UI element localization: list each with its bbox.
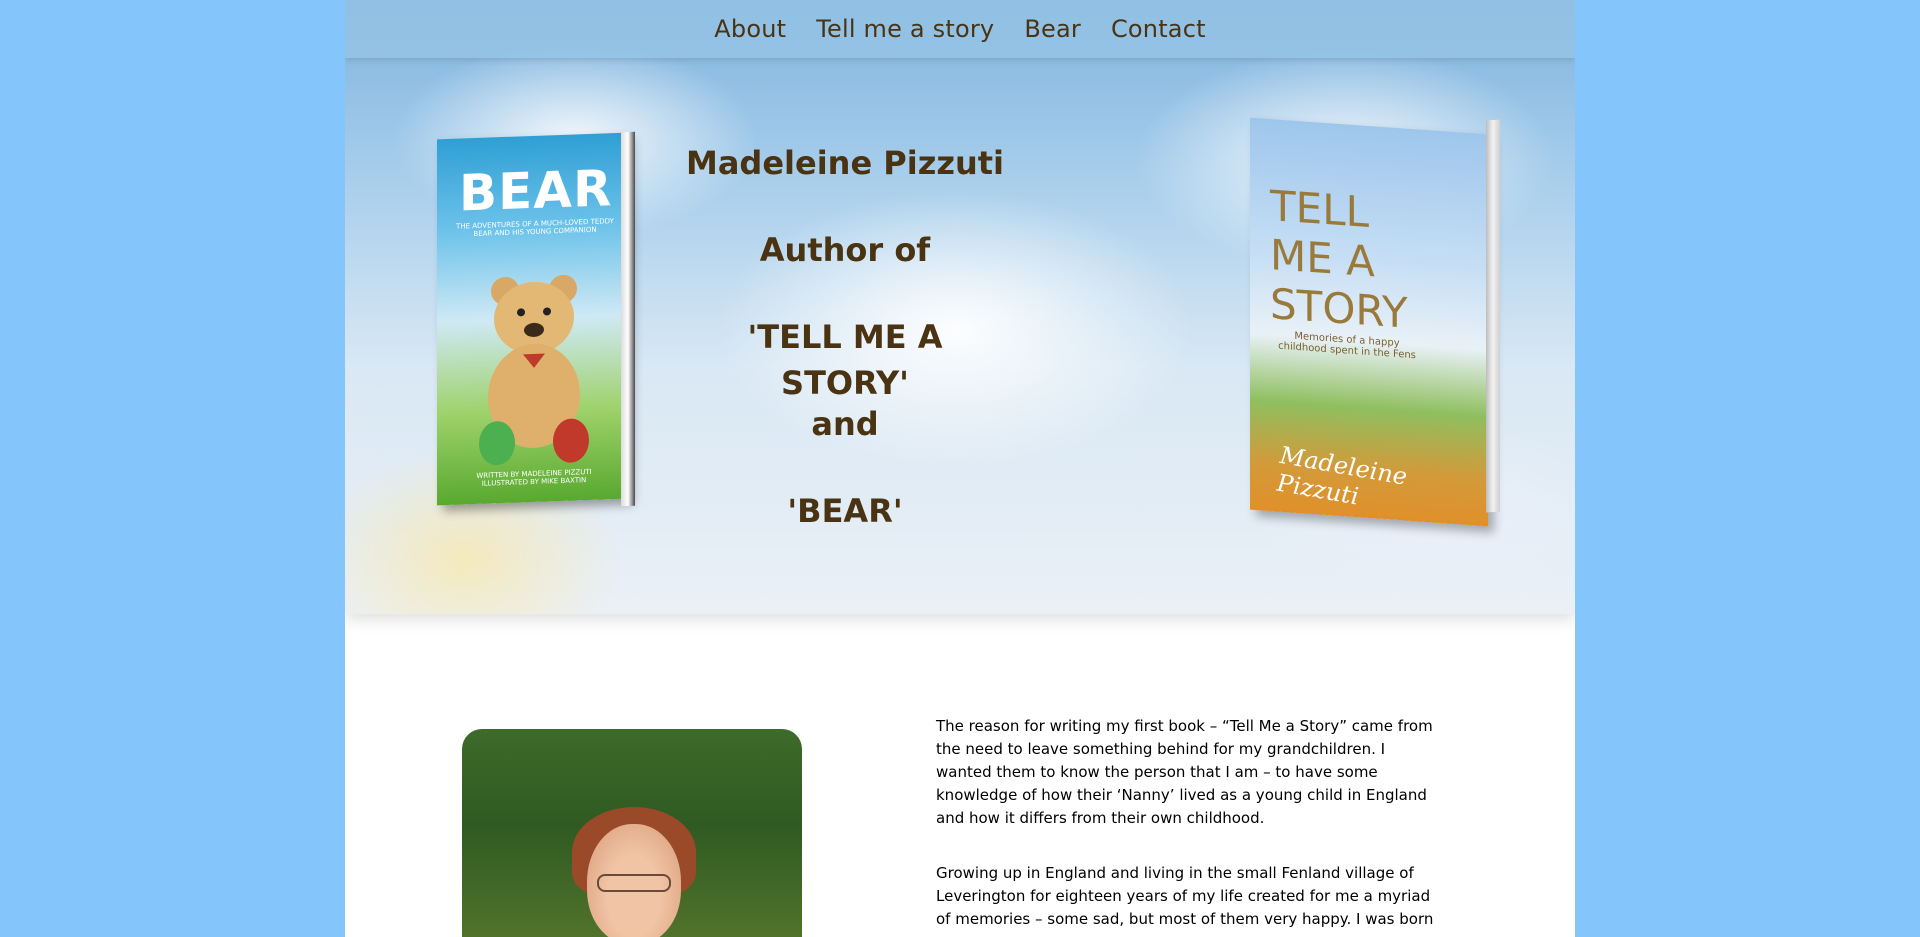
bio-paragraph-1: The reason for writing my first book – “… (936, 717, 1433, 827)
hero-and: and (811, 405, 879, 443)
hero-book-one: 'TELL ME A STORY' (747, 318, 943, 402)
nav-about[interactable]: About (714, 15, 786, 43)
nav-bear[interactable]: Bear (1024, 15, 1081, 43)
nav-contact[interactable]: Contact (1111, 15, 1206, 43)
main-nav: About Tell me a story Bear Contact (345, 0, 1575, 58)
story-book-spine (1486, 119, 1500, 513)
story-book-front: TELL ME A STORY Memories of a happy chil… (1250, 117, 1488, 527)
teddy-bear-illustration (479, 274, 589, 466)
nav-tell-me-a-story[interactable]: Tell me a story (816, 15, 994, 43)
story-book-title: TELL ME A STORY (1270, 181, 1408, 338)
hero-banner: About Tell me a story Bear Contact BEAR … (345, 0, 1575, 614)
bear-book-title: BEAR (459, 159, 613, 223)
bear-book-cover: BEAR THE ADVENTURES OF A MUCH-LOVED TEDD… (437, 128, 635, 516)
hero-book-two: 'BEAR' (787, 492, 903, 530)
bear-book-spine (621, 131, 635, 507)
hero-author-name: Madeleine Pizzuti (685, 144, 1005, 182)
author-photo (462, 729, 802, 937)
bio-paragraph-2: Growing up in England and living in the … (936, 864, 1434, 928)
hero-author-of: Author of (759, 231, 931, 269)
story-book-author: Madeleine Pizzuti (1275, 441, 1409, 511)
page: About Tell me a story Bear Contact BEAR … (345, 0, 1575, 937)
tell-me-a-story-book-cover: TELL ME A STORY Memories of a happy chil… (1250, 117, 1508, 530)
author-bio: The reason for writing my first book – “… (936, 715, 1436, 937)
author-photo-glasses (597, 874, 671, 892)
bear-book-credits: WRITTEN BY MADELEINE PIZZUTI ILLUSTRATED… (476, 467, 592, 488)
hero-heading: Madeleine Pizzuti Author of 'TELL ME A S… (685, 140, 1005, 575)
bear-book-front: BEAR THE ADVENTURES OF A MUCH-LOVED TEDD… (437, 132, 627, 506)
